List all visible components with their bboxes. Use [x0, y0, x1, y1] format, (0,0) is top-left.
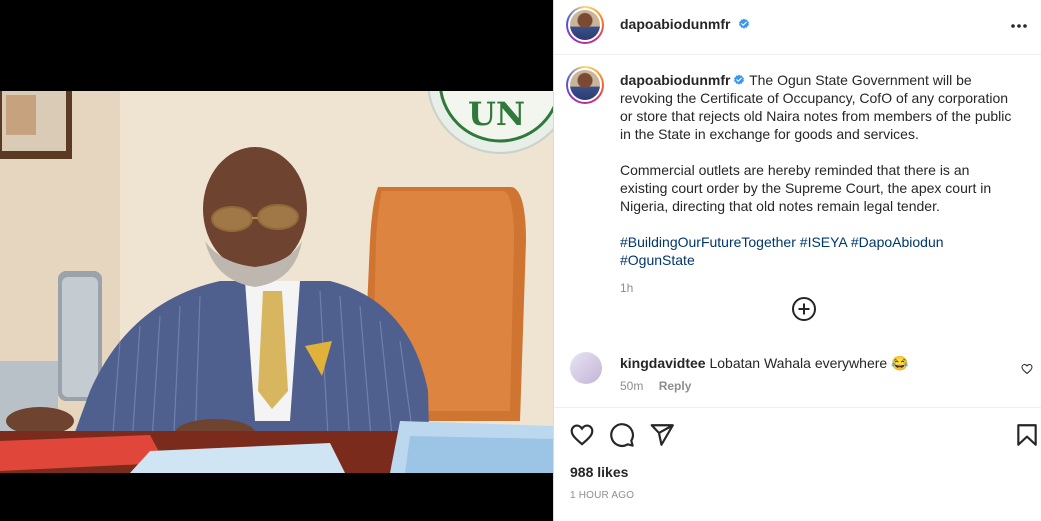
author-avatar[interactable]: [566, 6, 604, 44]
commenter-avatar[interactable]: [570, 352, 602, 384]
hashtag-link[interactable]: #OgunState: [620, 252, 695, 268]
comment-item: kingdavidtee Lobatan Wahala everywhere 😂…: [554, 350, 1041, 400]
likes-count[interactable]: 988 likes: [570, 464, 628, 480]
post-timestamp[interactable]: 1 HOUR AGO: [570, 490, 634, 501]
bookmark-icon: [1017, 424, 1037, 446]
caption-author-avatar[interactable]: [566, 66, 604, 104]
comment-timestamp[interactable]: 50m: [620, 379, 643, 393]
save-button[interactable]: [1014, 422, 1040, 448]
caption-timestamp[interactable]: 1h: [620, 279, 1020, 297]
post-header: dapoabiodunmfr: [554, 0, 1041, 55]
more-options-button[interactable]: [1007, 14, 1031, 38]
comment-like-button[interactable]: [1021, 362, 1033, 375]
small-heart-icon: [1021, 363, 1033, 375]
plus-circle-icon: [792, 297, 816, 321]
hashtag-link[interactable]: #ISEYA: [800, 234, 847, 250]
post-photo[interactable]: UN: [0, 91, 553, 473]
hashtag-link[interactable]: #DapoAbiodun: [851, 234, 944, 250]
paper-plane-icon: [650, 424, 674, 446]
comment-text: Lobatan Wahala everywhere 😂: [709, 355, 909, 371]
post-media-container: UN: [0, 0, 553, 521]
comments-scroll-area[interactable]: dapoabiodunmfr The Ogun State Government…: [554, 56, 1041, 406]
like-button[interactable]: [569, 422, 595, 448]
comment-bubble-icon: [610, 423, 634, 447]
reply-button[interactable]: Reply: [659, 379, 692, 393]
hashtag-link[interactable]: #BuildingOurFutureTogether: [620, 234, 796, 250]
heart-icon: [570, 424, 594, 446]
commenter-username[interactable]: kingdavidtee: [620, 355, 706, 371]
post-caption: dapoabiodunmfr The Ogun State Government…: [620, 71, 1020, 297]
header-username[interactable]: dapoabiodunmfr: [620, 16, 730, 32]
caption-paragraph-2: Commercial outlets are hereby reminded t…: [620, 162, 992, 214]
post-details-panel: dapoabiodunmfr dapoabiodunmfr The Ogun S…: [553, 0, 1041, 521]
load-more-comments-button[interactable]: [791, 296, 817, 322]
more-options-icon: [1011, 24, 1027, 28]
verified-badge-icon: [738, 18, 749, 29]
caption-hashtags: #BuildingOurFutureTogether #ISEYA #DapoA…: [620, 233, 1020, 269]
seal-lettering: UN: [468, 95, 525, 133]
share-button[interactable]: [649, 422, 675, 448]
caption-username[interactable]: dapoabiodunmfr: [620, 72, 730, 88]
comment-button[interactable]: [609, 422, 635, 448]
verified-badge-icon: [734, 74, 745, 85]
post-actions-bar: 988 likes 1 HOUR AGO: [554, 407, 1041, 521]
